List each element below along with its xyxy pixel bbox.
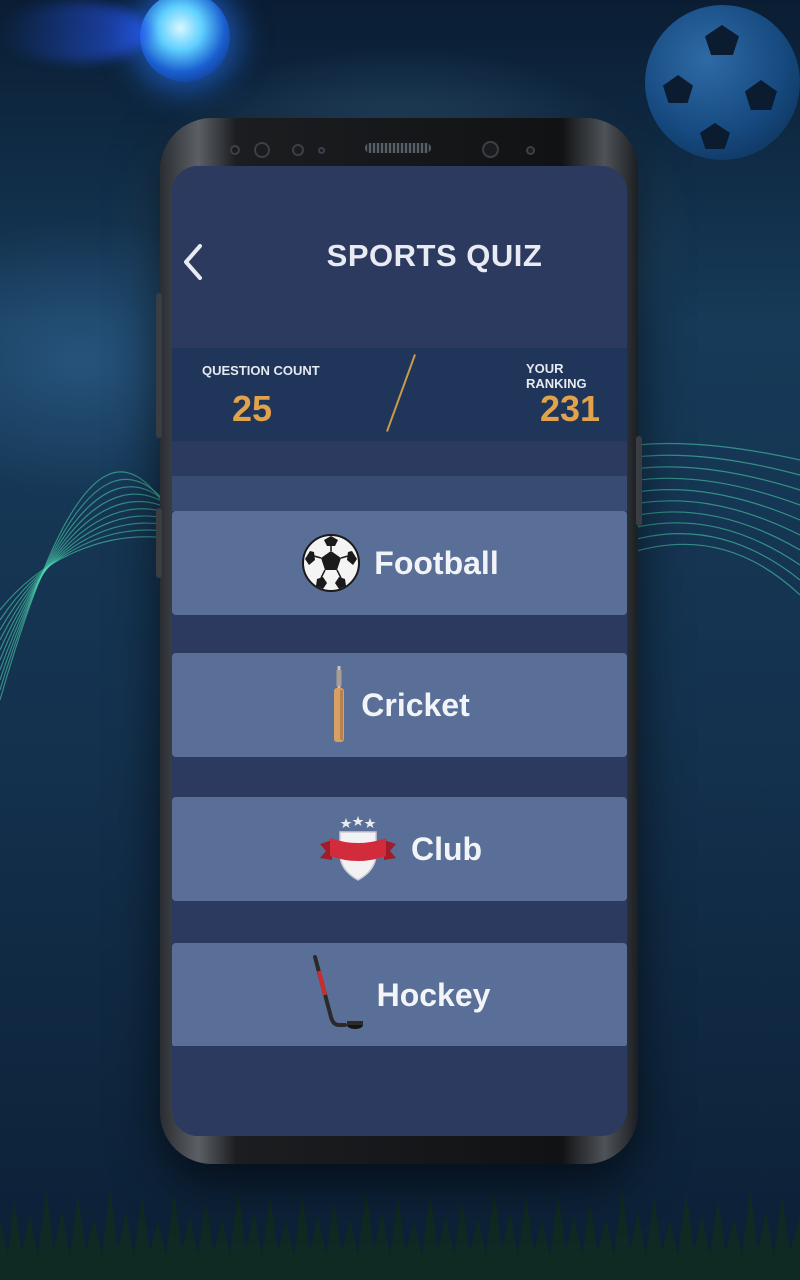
bottom-spacer — [172, 1046, 627, 1136]
bixby-button — [156, 508, 162, 578]
front-camera — [254, 142, 270, 158]
soccer-ball-icon — [300, 528, 362, 598]
app-header: SPORTS QUIZ — [172, 166, 627, 348]
hockey-stick-icon — [309, 955, 365, 1030]
category-cricket-button[interactable]: Cricket — [172, 653, 627, 757]
grass-decoration — [0, 1188, 800, 1280]
club-shield-icon — [317, 814, 399, 884]
app-screen: SPORTS QUIZ QUESTION COUNT 25 YOUR RANKI… — [172, 166, 627, 1136]
earpiece-speaker — [365, 143, 431, 153]
spacer — [172, 441, 627, 476]
category-football-button[interactable]: Football — [172, 511, 627, 615]
sensor-dot — [318, 147, 325, 154]
sensor-dot — [526, 146, 535, 155]
category-hockey-button[interactable]: Hockey — [172, 943, 627, 1047]
spacer — [172, 615, 627, 653]
power-button — [636, 436, 642, 526]
ranking-value: 231 — [540, 388, 601, 429]
spacer — [172, 757, 627, 797]
cricket-bat-icon — [329, 666, 349, 742]
volume-button — [156, 293, 162, 438]
phone-frame: SPORTS QUIZ QUESTION COUNT 25 YOUR RANKI… — [156, 118, 642, 1164]
sensor-dot — [230, 145, 240, 155]
category-club-button[interactable]: Club — [172, 797, 627, 901]
glowing-ball-decoration — [140, 0, 230, 82]
question-count-value: 25 — [232, 388, 273, 429]
category-label: Hockey — [376, 976, 491, 1013]
sensor-dot — [292, 144, 304, 156]
question-count-label: QUESTION COUNT — [202, 363, 320, 378]
category-label: Cricket — [361, 686, 470, 723]
spacer — [172, 901, 627, 943]
iris-scanner — [482, 141, 499, 158]
spacer — [172, 476, 627, 511]
ranking-label: YOUR RANKING — [526, 361, 587, 391]
category-label: Football — [374, 544, 499, 581]
soccer-ball-decoration — [645, 5, 800, 160]
page-title: SPORTS QUIZ — [326, 238, 543, 273]
category-label: Club — [410, 830, 483, 867]
